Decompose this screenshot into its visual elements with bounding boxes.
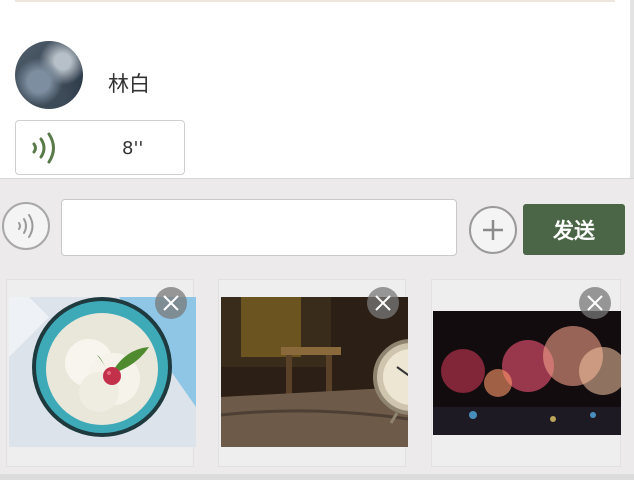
attachment-card[interactable] <box>431 279 621 467</box>
message-input[interactable] <box>61 199 457 256</box>
close-icon <box>163 295 179 311</box>
voice-input-button[interactable] <box>2 202 50 250</box>
send-button[interactable]: 发送 <box>523 204 625 255</box>
plus-icon <box>483 220 503 240</box>
attachment-image <box>433 311 621 435</box>
bottom-divider <box>0 474 634 480</box>
voice-icon <box>18 214 34 238</box>
attachment-card[interactable] <box>218 279 408 467</box>
avatar[interactable] <box>15 41 83 109</box>
attachment-image <box>9 297 196 447</box>
voice-duration: 8'' <box>122 138 144 159</box>
divider <box>15 0 615 2</box>
username: 林白 <box>108 72 150 96</box>
remove-attachment-button[interactable] <box>579 287 611 319</box>
remove-attachment-button[interactable] <box>155 287 187 319</box>
add-attachment-button[interactable] <box>469 206 517 254</box>
scrollbar[interactable] <box>630 0 634 178</box>
voice-wave-icon <box>26 130 66 170</box>
attachment-card[interactable] <box>6 279 196 467</box>
close-icon <box>375 295 391 311</box>
attachment-image <box>221 297 408 447</box>
close-icon <box>587 295 603 311</box>
remove-attachment-button[interactable] <box>367 287 399 319</box>
voice-message-bubble[interactable]: 8'' <box>15 120 185 175</box>
chat-area: 林白 8'' <box>0 0 634 178</box>
